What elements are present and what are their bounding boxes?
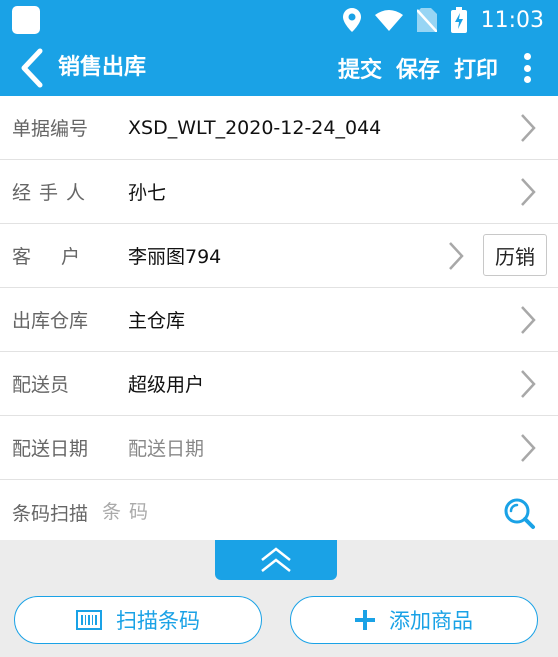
value-customer: 李丽图794 xyxy=(128,246,222,268)
submit-button[interactable]: 提交 xyxy=(338,52,382,84)
print-button[interactable]: 打印 xyxy=(454,52,498,84)
value-handler: 孙七 xyxy=(128,182,167,204)
label-delivery-date: 配送日期 xyxy=(12,438,89,460)
add-product-button[interactable]: 添加商品 xyxy=(290,596,538,644)
no-sim-icon xyxy=(416,8,437,32)
label-delivery-person: 配送员 xyxy=(12,374,70,396)
value-warehouse: 主仓库 xyxy=(128,310,186,332)
row-delivery-person[interactable]: 配送员 超级用户 xyxy=(0,352,558,416)
save-button[interactable]: 保存 xyxy=(396,52,440,84)
chevron-right-icon xyxy=(449,242,464,270)
row-document-number[interactable]: 单据编号 XSD_WLT_2020-12-24_044 xyxy=(0,96,558,160)
battery-charging-icon xyxy=(450,7,467,33)
barcode-input[interactable] xyxy=(100,494,480,530)
scan-barcode-button[interactable]: 扫描条码 xyxy=(14,596,262,644)
more-icon xyxy=(523,53,531,60)
scan-barcode-label: 扫描条码 xyxy=(116,609,200,633)
row-barcode-scan: 条码扫描 xyxy=(0,480,558,544)
label-handler: 经手人 xyxy=(12,182,94,204)
status-time: 11:03 xyxy=(480,7,544,33)
status-bar: 11:03 xyxy=(0,0,558,40)
chevron-right-icon xyxy=(521,434,536,462)
location-icon xyxy=(342,8,361,32)
value-delivery-person: 超级用户 xyxy=(128,374,205,396)
expand-panel-button[interactable] xyxy=(215,540,337,580)
plus-icon xyxy=(355,610,375,630)
toolbar-actions: 提交 保存 打印 xyxy=(338,40,498,96)
double-chevron-up-icon xyxy=(261,547,291,572)
chevron-right-icon xyxy=(521,306,536,334)
back-arrow-icon xyxy=(21,48,43,88)
more-icon-dot xyxy=(523,64,531,72)
value-document-number: XSD_WLT_2020-12-24_044 xyxy=(128,116,382,139)
back-button[interactable] xyxy=(14,46,50,90)
chevron-right-icon xyxy=(521,114,536,142)
label-customer: 客户 xyxy=(12,246,111,268)
order-form: 单据编号 XSD_WLT_2020-12-24_044 经手人 孙七 客户 李丽… xyxy=(0,96,558,544)
row-warehouse[interactable]: 出库仓库 主仓库 xyxy=(0,288,558,352)
bottom-panel: 扫描条码 添加商品 xyxy=(0,540,558,657)
row-delivery-date[interactable]: 配送日期 配送日期 xyxy=(0,416,558,480)
label-document-number: 单据编号 xyxy=(12,118,89,140)
chevron-right-icon xyxy=(521,178,536,206)
wifi-icon xyxy=(374,10,403,31)
search-icon[interactable] xyxy=(502,496,536,530)
row-handler[interactable]: 经手人 孙七 xyxy=(0,160,558,224)
page-title: 销售出库 xyxy=(58,55,147,80)
more-icon-dot xyxy=(523,76,531,83)
row-customer[interactable]: 客户 李丽图794 历销 xyxy=(0,224,558,288)
barcode-icon xyxy=(76,610,102,630)
label-warehouse: 出库仓库 xyxy=(12,310,89,332)
value-delivery-date: 配送日期 xyxy=(128,438,205,460)
notification-icon xyxy=(12,6,40,34)
sales-history-button[interactable]: 历销 xyxy=(483,234,547,276)
app-bar: 销售出库 提交 保存 打印 xyxy=(0,40,558,96)
more-menu-button[interactable] xyxy=(514,50,540,86)
chevron-right-icon xyxy=(521,370,536,398)
label-barcode-scan: 条码扫描 xyxy=(12,502,89,525)
add-product-label: 添加商品 xyxy=(389,609,473,633)
status-icons: 11:03 xyxy=(342,0,544,40)
